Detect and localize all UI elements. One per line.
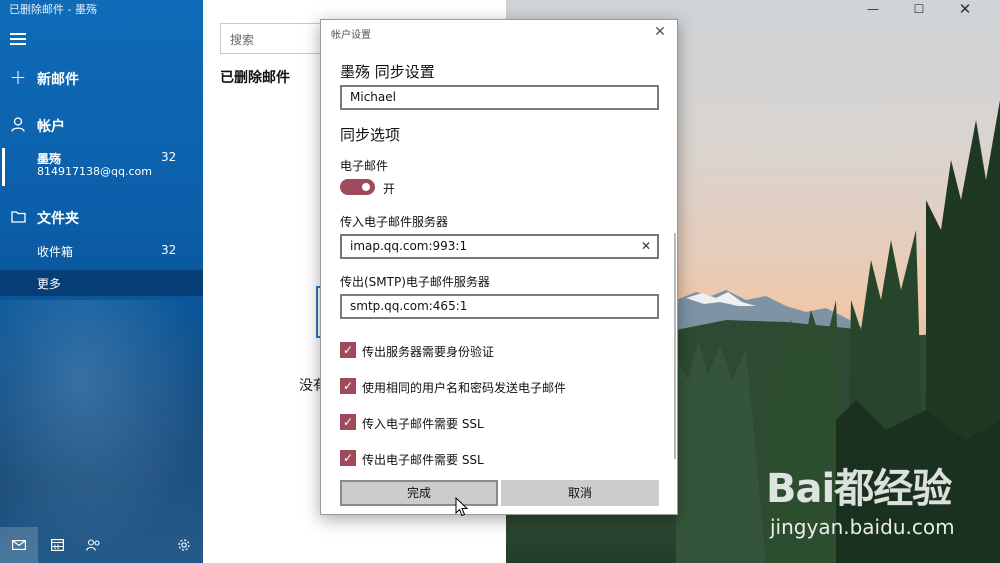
checkbox-checked-icon[interactable]: ✓ xyxy=(340,378,356,394)
folder-title: 已删除邮件 xyxy=(220,70,290,86)
checkbox-checked-icon[interactable]: ✓ xyxy=(340,342,356,358)
checkbox-checked-icon[interactable]: ✓ xyxy=(340,414,356,430)
folder-label: 更多 xyxy=(37,277,62,291)
sync-options-heading: 同步选项 xyxy=(340,126,401,144)
folder-more[interactable]: 更多 xyxy=(0,270,203,296)
dialog-title: 帐户设置 xyxy=(331,30,371,41)
folder-count: 32 xyxy=(161,243,177,257)
minimize-icon[interactable]: — xyxy=(850,0,896,18)
dialog-footer: 完成 取消 xyxy=(321,472,677,514)
email-toggle-state: 开 xyxy=(383,182,396,196)
plus-icon: + xyxy=(9,65,27,89)
window-title: 已删除邮件 - 墨殇 xyxy=(9,3,97,16)
settings-gear-icon[interactable] xyxy=(165,527,203,563)
accounts-label: 帐户 xyxy=(37,119,65,135)
close-window-icon[interactable]: ✕ xyxy=(942,0,988,18)
checkbox-same-credentials[interactable]: ✓ 使用相同的用户名和密码发送电子邮件 xyxy=(340,378,660,396)
incoming-server-field[interactable]: imap.qq.com:993:1 ✕ xyxy=(340,234,659,259)
baidu-watermark-logo: Bai都经验 xyxy=(766,466,952,512)
account-item[interactable]: 墨殇 814917138@qq.com 32 xyxy=(0,146,203,186)
dialog-close-icon[interactable]: ✕ xyxy=(651,24,669,40)
account-settings-dialog: 帐户设置 ✕ 墨殇 同步设置 Michael 同步选项 电子邮件 开 传入电子邮… xyxy=(320,19,678,515)
account-email: 814917138@qq.com xyxy=(37,165,152,178)
mouse-cursor-icon xyxy=(455,497,469,517)
folder-inbox[interactable]: 收件箱 32 xyxy=(0,238,203,264)
hamburger-menu-icon[interactable] xyxy=(10,33,26,45)
clear-input-icon[interactable]: ✕ xyxy=(641,239,651,253)
baidu-watermark-url: jingyan.baidu.com xyxy=(770,515,955,539)
bottom-toolbar xyxy=(0,527,203,563)
incoming-server-value: imap.qq.com:993:1 xyxy=(350,239,468,253)
navigation-pane: 已删除邮件 - 墨殇 + 新邮件 帐户 墨殇 814917138@qq.com … xyxy=(0,0,203,563)
new-mail-label: 新邮件 xyxy=(37,72,79,88)
folder-icon xyxy=(10,208,26,224)
email-sync-toggle[interactable] xyxy=(340,179,375,195)
person-icon xyxy=(10,116,26,132)
new-mail-button[interactable]: + 新邮件 xyxy=(0,65,203,89)
folders-label: 文件夹 xyxy=(37,211,79,227)
sync-settings-heading: 墨殇 同步设置 xyxy=(340,63,435,81)
checkbox-outgoing-auth[interactable]: ✓ 传出服务器需要身份验证 xyxy=(340,342,660,360)
checkbox-outgoing-ssl[interactable]: ✓ 传出电子邮件需要 SSL xyxy=(340,450,660,468)
checkbox-label: 传出电子邮件需要 SSL xyxy=(362,453,484,467)
people-icon[interactable] xyxy=(74,527,112,563)
checkbox-incoming-ssl[interactable]: ✓ 传入电子邮件需要 SSL xyxy=(340,414,660,432)
calendar-icon[interactable] xyxy=(38,527,76,563)
folders-header[interactable]: 文件夹 xyxy=(0,207,203,227)
checkbox-checked-icon[interactable]: ✓ xyxy=(340,450,356,466)
toggle-knob xyxy=(362,183,370,191)
dialog-scrollbar[interactable] xyxy=(674,233,676,459)
checkbox-label: 传出服务器需要身份验证 xyxy=(362,345,495,359)
checkbox-label: 传入电子邮件需要 SSL xyxy=(362,417,484,431)
done-button[interactable]: 完成 xyxy=(340,480,498,506)
incoming-server-label: 传入电子邮件服务器 xyxy=(340,215,449,229)
selection-indicator xyxy=(2,148,5,186)
display-name-field[interactable]: Michael xyxy=(340,85,659,110)
maximize-icon[interactable]: ☐ xyxy=(896,0,942,18)
mail-icon[interactable] xyxy=(0,527,38,563)
accounts-header[interactable]: 帐户 xyxy=(0,115,203,135)
cancel-button[interactable]: 取消 xyxy=(501,480,659,506)
outgoing-server-field[interactable]: smtp.qq.com:465:1 xyxy=(340,294,659,319)
folder-label: 收件箱 xyxy=(37,245,74,259)
account-unread-count: 32 xyxy=(161,150,177,164)
checkbox-label: 使用相同的用户名和密码发送电子邮件 xyxy=(362,381,567,395)
outgoing-server-label: 传出(SMTP)电子邮件服务器 xyxy=(340,275,490,289)
email-toggle-label: 电子邮件 xyxy=(340,159,389,173)
